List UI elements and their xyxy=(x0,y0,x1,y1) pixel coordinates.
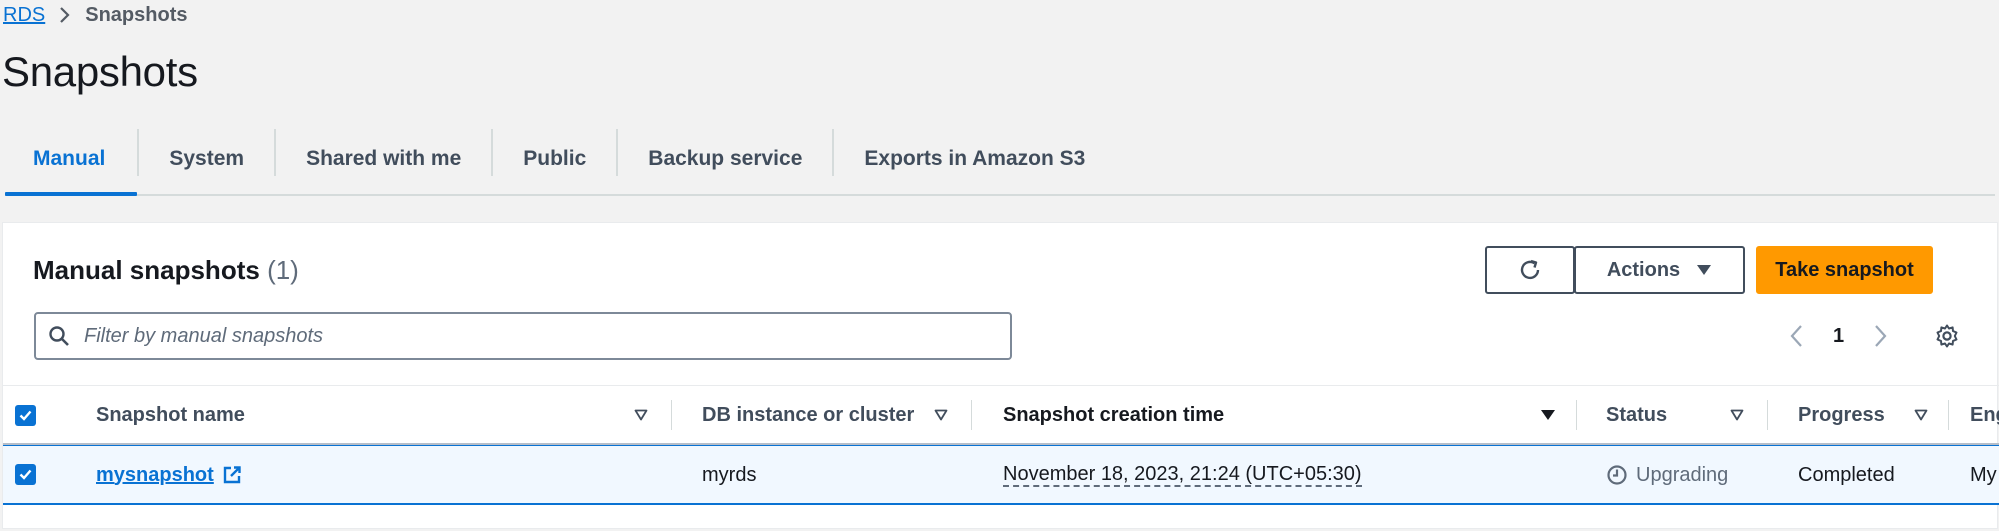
sort-desc-icon[interactable] xyxy=(1540,409,1556,421)
table-row[interactable]: mysnapshot myrds November 18, 2023, 21:2… xyxy=(3,445,1999,505)
checkbox-checked-icon xyxy=(19,469,32,480)
page-number[interactable]: 1 xyxy=(1833,325,1844,348)
tab-bar: Manual System Shared with me Public Back… xyxy=(5,124,1995,196)
sort-icon[interactable] xyxy=(1914,409,1928,421)
tab-backup-service[interactable]: Backup service xyxy=(618,124,832,194)
sort-icon[interactable] xyxy=(634,409,648,421)
column-header-creation-time[interactable]: Snapshot creation time xyxy=(1003,386,1224,444)
table-header: Snapshot name DB instance or cluster Sna… xyxy=(3,385,1999,445)
column-divider xyxy=(671,400,672,430)
actions-label: Actions xyxy=(1606,258,1681,281)
page-title: Snapshots xyxy=(2,48,198,95)
checkbox-checked-icon xyxy=(19,410,32,421)
snapshot-name-cell[interactable]: mysnapshot xyxy=(96,446,242,504)
caret-down-icon xyxy=(1696,264,1712,276)
pagination: 1 xyxy=(1789,321,1888,351)
sort-icon[interactable] xyxy=(1730,409,1744,421)
column-divider xyxy=(1576,400,1577,430)
tab-shared-with-me[interactable]: Shared with me xyxy=(276,124,491,194)
column-header-db-instance[interactable]: DB instance or cluster xyxy=(702,386,914,444)
column-header-status[interactable]: Status xyxy=(1606,386,1667,444)
manual-snapshots-panel: Manual snapshots (1) Actions Take snapsh… xyxy=(2,222,1999,529)
column-divider xyxy=(1948,400,1949,430)
status-cell: Upgrading xyxy=(1606,446,1728,504)
tab-system[interactable]: System xyxy=(139,124,274,194)
snapshots-table: Snapshot name DB instance or cluster Sna… xyxy=(3,385,1999,505)
breadcrumb-current: Snapshots xyxy=(85,3,188,26)
column-divider xyxy=(1767,400,1768,430)
row-checkbox[interactable] xyxy=(15,464,36,485)
chevron-right-icon[interactable] xyxy=(1874,324,1888,348)
column-header-snapshot-name[interactable]: Snapshot name xyxy=(96,386,245,444)
creation-time-value[interactable]: November 18, 2023, 21:24 (UTC+05:30) xyxy=(1003,463,1362,487)
column-header-progress[interactable]: Progress xyxy=(1798,386,1885,444)
tab-public[interactable]: Public xyxy=(493,124,616,194)
creation-time-cell: November 18, 2023, 21:24 (UTC+05:30) xyxy=(1003,446,1362,504)
clock-icon xyxy=(1606,464,1628,486)
panel-count: (1) xyxy=(267,255,299,285)
chevron-left-icon[interactable] xyxy=(1789,324,1803,348)
chevron-right-icon xyxy=(59,6,71,24)
refresh-icon xyxy=(1517,257,1543,283)
refresh-button[interactable] xyxy=(1485,246,1575,294)
tab-manual[interactable]: Manual xyxy=(5,124,138,196)
take-snapshot-button[interactable]: Take snapshot xyxy=(1756,246,1933,294)
search-icon xyxy=(48,325,70,347)
panel-title-text: Manual snapshots xyxy=(33,255,260,285)
actions-button[interactable]: Actions xyxy=(1574,246,1745,294)
progress-cell: Completed xyxy=(1798,463,1895,486)
select-all-checkbox[interactable] xyxy=(15,405,36,426)
column-divider xyxy=(971,400,972,430)
filter-field[interactable] xyxy=(34,312,1012,360)
breadcrumb: RDS Snapshots xyxy=(3,2,187,28)
column-header-engine[interactable]: Eng xyxy=(1970,386,1999,444)
external-link-icon[interactable] xyxy=(222,465,242,485)
db-instance-cell: myrds xyxy=(702,463,757,486)
sort-icon[interactable] xyxy=(934,409,948,421)
tab-exports-in-amazon-s3[interactable]: Exports in Amazon S3 xyxy=(834,124,1115,194)
panel-title: Manual snapshots (1) xyxy=(33,255,299,286)
breadcrumb-rds-link[interactable]: RDS xyxy=(3,4,45,27)
status-text: Upgrading xyxy=(1636,463,1729,486)
snapshot-name-link[interactable]: mysnapshot xyxy=(96,464,214,487)
filter-input[interactable] xyxy=(84,324,984,348)
gear-icon[interactable] xyxy=(1934,323,1960,349)
engine-cell: My xyxy=(1970,463,1997,486)
